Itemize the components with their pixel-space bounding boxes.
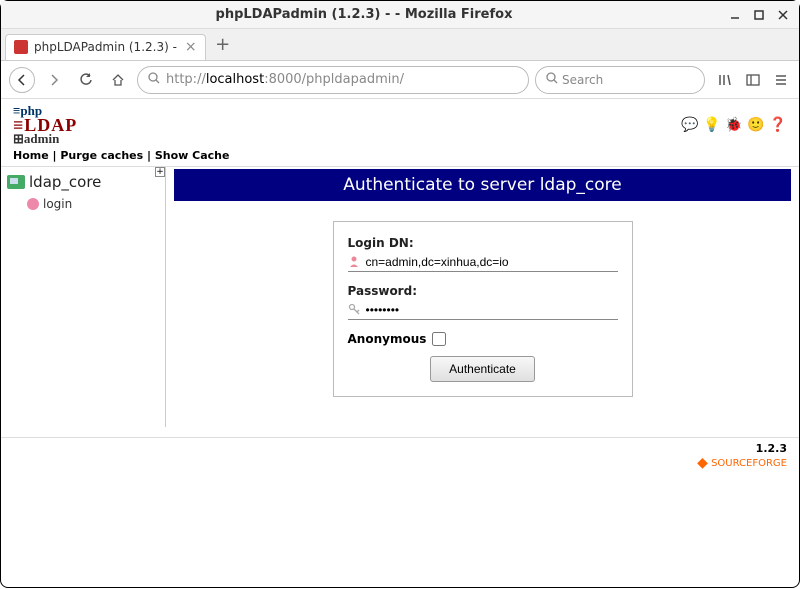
auth-form: Login DN: Password: Anonymous: [333, 221, 633, 397]
menu-icon[interactable]: [771, 73, 791, 87]
window-title: phpLDAPadmin (1.2.3) - - Mozilla Firefox: [9, 7, 719, 22]
window-maximize-button[interactable]: [751, 7, 767, 23]
request-feature-icon[interactable]: 💬: [681, 116, 699, 134]
main-pane: Authenticate to server ldap_core Login D…: [166, 167, 799, 427]
version-text: 1.2.3: [13, 442, 787, 455]
browser-tabbar: phpLDAPadmin (1.2.3) - × +: [1, 29, 799, 61]
server-name: ldap_core: [29, 173, 101, 191]
library-icon[interactable]: [715, 73, 735, 87]
link-bar: Home | Purge caches | Show Cache: [1, 147, 799, 167]
purge-caches-link[interactable]: Purge caches: [60, 149, 143, 162]
anonymous-checkbox[interactable]: [432, 332, 446, 346]
search-placeholder: Search: [562, 73, 603, 87]
sourceforge-link[interactable]: ◆ SOURCEFORGE: [13, 455, 787, 471]
login-link[interactable]: login: [3, 195, 163, 213]
reload-button[interactable]: [73, 67, 99, 93]
login-dn-label: Login DN:: [348, 236, 618, 250]
sidebar-toggle-icon[interactable]: [743, 73, 763, 87]
window-minimize-button[interactable]: [727, 7, 743, 23]
show-cache-link[interactable]: Show Cache: [155, 149, 230, 162]
password-label: Password:: [348, 284, 618, 298]
page-content: ≡php ≡LDAP ⊞admin 💬 💡 🐞 🙂 ❓ Home | Purge…: [1, 99, 799, 589]
search-icon: [148, 72, 160, 87]
sidebar-expand-button[interactable]: +: [155, 167, 165, 177]
browser-tab[interactable]: phpLDAPadmin (1.2.3) - ×: [5, 34, 206, 60]
tab-label: phpLDAPadmin (1.2.3) -: [34, 40, 177, 54]
home-link[interactable]: Home: [13, 149, 49, 162]
header-icons: 💬 💡 🐞 🙂 ❓: [681, 116, 787, 134]
server-node[interactable]: ldap_core: [3, 169, 163, 195]
password-input[interactable]: [366, 303, 618, 317]
server-icon: [7, 175, 25, 189]
main-row: + ldap_core login Authenticate to server…: [1, 167, 799, 427]
smiley-icon[interactable]: 🙂: [747, 116, 765, 134]
bug-icon[interactable]: 🐞: [725, 116, 743, 134]
forward-button[interactable]: [41, 67, 67, 93]
tab-close-icon[interactable]: ×: [185, 39, 197, 55]
toolbar-right-icons: [715, 73, 791, 87]
url-text: http://localhost:8000/phpldapadmin/: [166, 72, 518, 87]
url-prefix: http://: [166, 72, 206, 87]
url-host: localhost: [206, 72, 264, 87]
login-dn-input[interactable]: [366, 255, 618, 269]
window-close-button[interactable]: [775, 7, 791, 23]
home-button[interactable]: [105, 67, 131, 93]
url-path: :8000/phpldapadmin/: [264, 72, 404, 87]
window-titlebar: phpLDAPadmin (1.2.3) - - Mozilla Firefox: [1, 1, 799, 29]
lightbulb-icon[interactable]: 💡: [703, 116, 721, 134]
new-tab-button[interactable]: +: [210, 32, 236, 58]
authenticate-button[interactable]: Authenticate: [430, 356, 535, 382]
key-icon: [348, 303, 362, 317]
phpldapadmin-logo: ≡php ≡LDAP ⊞admin: [13, 105, 77, 145]
search-bar[interactable]: Search: [535, 66, 705, 94]
tab-favicon: [14, 40, 28, 54]
server-sidebar: + ldap_core login: [1, 167, 166, 427]
person-icon: [27, 198, 39, 210]
person-icon: [348, 255, 362, 269]
login-label: login: [43, 197, 72, 211]
password-field-row: [348, 301, 618, 320]
anonymous-row: Anonymous: [348, 332, 618, 346]
browser-toolbar: http://localhost:8000/phpldapadmin/ Sear…: [1, 61, 799, 99]
back-button[interactable]: [9, 67, 35, 93]
search-icon: [546, 72, 558, 87]
login-dn-field-row: [348, 253, 618, 272]
url-bar[interactable]: http://localhost:8000/phpldapadmin/: [137, 66, 529, 94]
page-footer: 1.2.3 ◆ SOURCEFORGE: [1, 437, 799, 475]
anonymous-label: Anonymous: [348, 332, 427, 346]
logo-row: ≡php ≡LDAP ⊞admin 💬 💡 🐞 🙂 ❓: [1, 99, 799, 147]
auth-banner: Authenticate to server ldap_core: [174, 169, 791, 201]
help-icon[interactable]: ❓: [769, 116, 787, 134]
